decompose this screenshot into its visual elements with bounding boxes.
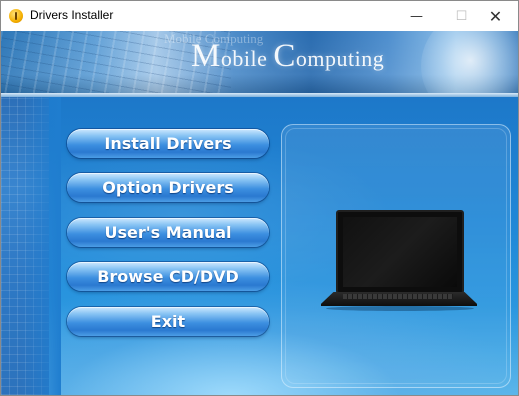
banner-title-c: C [273,38,296,74]
app-icon [9,9,23,23]
left-strip-fade [21,97,61,395]
banner-title-m: M [191,38,221,74]
banner-title-part1: obile [220,46,274,71]
banner-title: Mobile Computing [191,38,384,75]
window-title: Drivers Installer [30,8,114,22]
laptop-shadow [326,306,474,311]
banner-title-part2: omputing [295,46,385,71]
browse-cd-dvd-label: Browse CD/DVD [97,267,239,286]
laptop-keyboard [343,294,453,299]
minimize-button[interactable]: — [394,1,439,31]
laptop-display [343,217,457,287]
option-drivers-label: Option Drivers [102,178,234,197]
title-bar[interactable]: Drivers Installer — ☐ ✕ [1,1,518,31]
browse-cd-dvd-button[interactable]: Browse CD/DVD [67,262,269,291]
header-banner: Mobile Computing Mobile Computing [1,31,518,121]
laptop-screen [336,210,464,294]
drivers-installer-window: Drivers Installer — ☐ ✕ Mobile Computing… [0,0,519,396]
install-drivers-label: Install Drivers [104,134,232,153]
close-button[interactable]: ✕ [473,1,518,31]
users-manual-button[interactable]: User's Manual [67,218,269,247]
exit-label: Exit [150,312,186,331]
option-drivers-button[interactable]: Option Drivers [67,173,269,202]
users-manual-label: User's Manual [104,223,232,242]
exit-button[interactable]: Exit [67,307,269,336]
install-drivers-button[interactable]: Install Drivers [67,129,269,158]
